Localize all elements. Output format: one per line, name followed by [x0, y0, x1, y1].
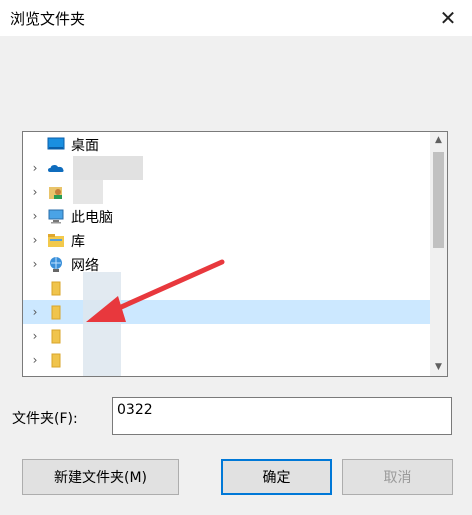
ok-button[interactable]: 确定	[221, 459, 332, 495]
folder-input[interactable]: 0322	[112, 397, 452, 435]
annotation-arrow-icon	[86, 259, 225, 322]
new-folder-button[interactable]: 新建文件夹(M)	[22, 459, 179, 495]
folder-field-label: 文件夹(F):	[12, 411, 78, 427]
cancel-button[interactable]: 取消	[342, 459, 453, 495]
